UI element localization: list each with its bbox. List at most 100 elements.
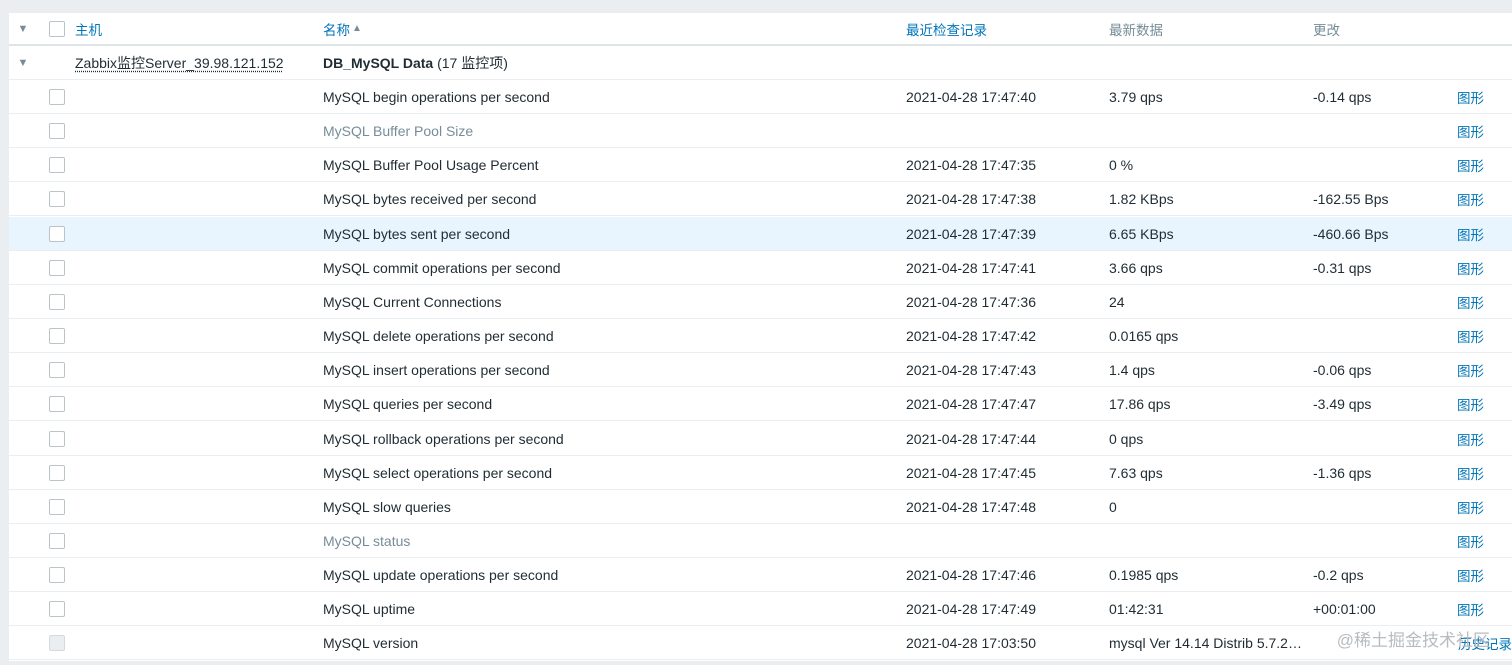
header-last-check[interactable]: 最近检查记录	[906, 13, 987, 44]
item-last-check: 2021-04-28 17:47:48	[906, 498, 1036, 515]
header-host[interactable]: 主机	[75, 13, 102, 44]
item-name[interactable]: MySQL begin operations per second	[323, 80, 550, 113]
row-checkbox-cell[interactable]	[46, 353, 68, 386]
item-change: -460.66 Bps	[1313, 225, 1389, 242]
graph-link[interactable]: 图形	[1457, 599, 1484, 619]
header-name-label[interactable]: 名称	[323, 19, 350, 39]
graph-link[interactable]: 图形	[1457, 155, 1484, 175]
graph-link[interactable]: 图形	[1457, 121, 1484, 141]
item-name[interactable]: MySQL Current Connections	[323, 285, 501, 318]
graph-link[interactable]: 图形	[1457, 326, 1484, 346]
graph-link[interactable]: 图形	[1457, 87, 1484, 107]
group-row: ▼ Zabbix监控Server_39.98.121.152 DB_MySQL …	[9, 46, 1512, 80]
graph-link[interactable]: 图形	[1457, 224, 1484, 244]
item-name[interactable]: MySQL bytes received per second	[323, 182, 536, 215]
graph-link[interactable]: 图形	[1457, 258, 1484, 278]
row-checkbox[interactable]	[49, 293, 65, 310]
row-checkbox[interactable]	[49, 327, 65, 344]
group-collapse-toggle[interactable]: ▼	[9, 46, 37, 79]
row-checkbox[interactable]	[49, 395, 65, 412]
item-name[interactable]: MySQL uptime	[323, 592, 415, 625]
latest-data-table: ▼ 主机 名称 ▲ 最近检查记录 最新数据 更改 ▼ Zabbix监控Server…	[9, 13, 1512, 661]
item-name[interactable]: MySQL insert operations per second	[323, 353, 550, 386]
row-checkbox[interactable]	[49, 600, 65, 617]
graph-link[interactable]: 图形	[1457, 360, 1484, 380]
row-checkbox-cell[interactable]	[46, 182, 68, 215]
row-checkbox[interactable]	[49, 566, 65, 583]
item-last-value: 17.86 qps	[1109, 395, 1171, 412]
item-name[interactable]: MySQL queries per second	[323, 387, 492, 420]
row-checkbox[interactable]	[49, 156, 65, 173]
item-last-value: 6.65 KBps	[1109, 225, 1174, 242]
row-checkbox-cell[interactable]	[46, 251, 68, 284]
row-checkbox-cell[interactable]	[46, 490, 68, 523]
history-link[interactable]: 历史记录	[1458, 633, 1512, 653]
table-row: MySQL Current Connections 2021-04-28 17:4…	[9, 285, 1512, 319]
row-checkbox-cell[interactable]	[46, 524, 68, 557]
row-checkbox-cell[interactable]	[46, 319, 68, 352]
host-cell[interactable]: Zabbix监控Server_39.98.121.152	[75, 46, 284, 79]
item-name[interactable]: MySQL delete operations per second	[323, 319, 554, 352]
row-checkbox-cell[interactable]	[46, 592, 68, 625]
header-last-value: 最新数据	[1109, 22, 1163, 38]
row-checkbox[interactable]	[49, 430, 65, 447]
host-name-link[interactable]: Zabbix监控Server_39.98.121.152	[75, 53, 284, 73]
table-header: ▼ 主机 名称 ▲ 最近检查记录 最新数据 更改	[9, 13, 1512, 46]
item-name[interactable]: MySQL Buffer Pool Usage Percent	[323, 148, 539, 181]
item-name[interactable]: MySQL version	[323, 626, 418, 659]
item-last-check: 2021-04-28 17:47:47	[906, 395, 1036, 412]
select-all-checkbox[interactable]	[49, 20, 65, 37]
item-last-check: 2021-04-28 17:47:49	[906, 600, 1036, 617]
item-name[interactable]: MySQL status	[323, 524, 410, 557]
item-name[interactable]: MySQL commit operations per second	[323, 251, 561, 284]
row-checkbox-cell[interactable]	[46, 217, 68, 250]
triangle-down-icon: ▼	[17, 56, 29, 69]
item-name[interactable]: MySQL slow queries	[323, 490, 451, 523]
row-checkbox-cell[interactable]	[46, 80, 68, 113]
table-row: MySQL slow queries 2021-04-28 17:47:48 0 图形	[9, 490, 1512, 524]
graph-link[interactable]: 图形	[1457, 394, 1484, 414]
row-checkbox[interactable]	[49, 225, 65, 242]
row-checkbox[interactable]	[49, 464, 65, 481]
select-all-checkbox-cell[interactable]	[46, 13, 68, 44]
graph-link[interactable]: 图形	[1457, 429, 1484, 449]
table-row: MySQL uptime 2021-04-28 17:47:49 01:42:31 +…	[9, 592, 1512, 626]
item-name[interactable]: MySQL Buffer Pool Size	[323, 114, 473, 147]
row-checkbox-cell[interactable]	[46, 626, 68, 659]
table-row: MySQL rollback operations per second 2021…	[9, 422, 1512, 456]
header-change: 更改	[1313, 22, 1340, 38]
table-row: MySQL Buffer Pool Size 图形	[9, 114, 1512, 148]
item-change: -0.06 qps	[1313, 361, 1372, 378]
graph-link[interactable]: 图形	[1457, 463, 1484, 483]
row-checkbox[interactable]	[49, 259, 65, 276]
header-name[interactable]: 名称 ▲	[323, 13, 362, 44]
item-name[interactable]: MySQL bytes sent per second	[323, 217, 510, 250]
row-checkbox-cell[interactable]	[46, 456, 68, 489]
row-checkbox-cell[interactable]	[46, 387, 68, 420]
item-name[interactable]: MySQL rollback operations per second	[323, 422, 564, 455]
graph-link[interactable]: 图形	[1457, 497, 1484, 517]
expand-all-toggle[interactable]: ▼	[9, 13, 37, 44]
graph-link[interactable]: 图形	[1457, 531, 1484, 551]
row-checkbox-cell[interactable]	[46, 148, 68, 181]
application-item-count: (17 监控项)	[437, 54, 508, 71]
graph-link[interactable]: 图形	[1457, 189, 1484, 209]
row-checkbox-cell[interactable]	[46, 114, 68, 147]
row-checkbox[interactable]	[49, 88, 65, 105]
row-checkbox[interactable]	[49, 532, 65, 549]
row-checkbox[interactable]	[49, 498, 65, 515]
row-checkbox-cell[interactable]	[46, 422, 68, 455]
item-name[interactable]: MySQL select operations per second	[323, 456, 552, 489]
row-checkbox-cell[interactable]	[46, 558, 68, 591]
item-last-check: 2021-04-28 17:47:36	[906, 293, 1036, 310]
row-checkbox[interactable]	[49, 361, 65, 378]
row-checkbox-cell[interactable]	[46, 285, 68, 318]
item-last-check: 2021-04-28 17:47:40	[906, 88, 1036, 105]
row-checkbox[interactable]	[49, 190, 65, 207]
item-name[interactable]: MySQL update operations per second	[323, 558, 558, 591]
graph-link[interactable]: 图形	[1457, 565, 1484, 585]
item-last-check: 2021-04-28 17:47:38	[906, 190, 1036, 207]
row-checkbox[interactable]	[49, 122, 65, 139]
item-change: +00:01:00	[1313, 600, 1376, 617]
graph-link[interactable]: 图形	[1457, 292, 1484, 312]
